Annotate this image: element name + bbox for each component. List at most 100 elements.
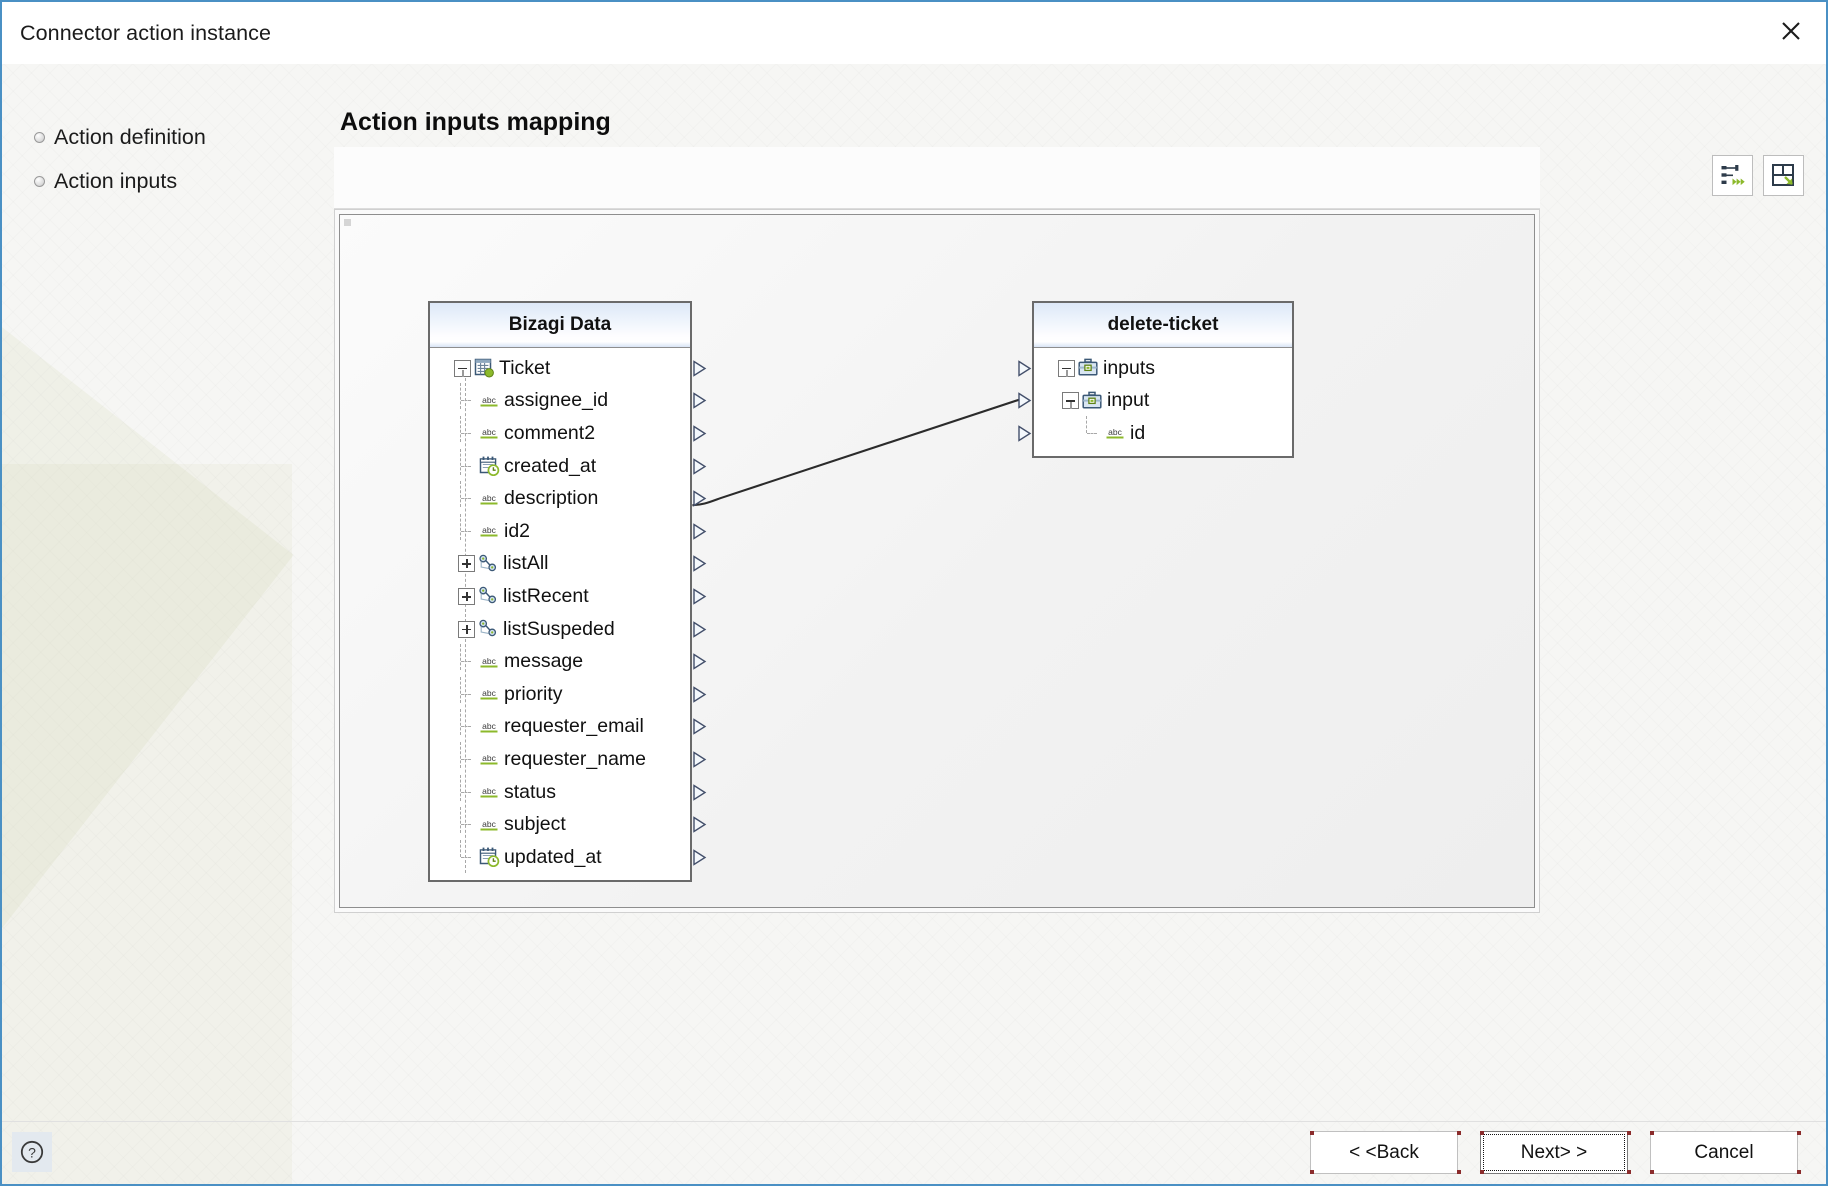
svg-text:abc: abc: [482, 493, 496, 503]
svg-text:abc: abc: [482, 819, 496, 829]
tree-connector: [458, 709, 476, 736]
tree-row[interactable]: abc message: [430, 644, 707, 678]
collapse-node-icon[interactable]: [454, 359, 471, 377]
expand-node-icon[interactable]: [458, 555, 475, 573]
tree-row[interactable]: abc id2: [430, 513, 707, 548]
next-button[interactable]: Next> >: [1480, 1131, 1628, 1174]
tree-row[interactable]: listAll: [430, 548, 707, 581]
sidebar-item-action-definition[interactable]: Action definition: [34, 120, 332, 154]
svg-text:abc: abc: [482, 525, 496, 535]
row-input-connector-arrow[interactable]: [1017, 360, 1032, 377]
tree-row-label: created_at: [504, 454, 597, 477]
back-button[interactable]: < <Back: [1310, 1131, 1458, 1174]
sidebar-item-label: Action inputs: [54, 168, 178, 193]
cancel-button[interactable]: Cancel: [1650, 1131, 1798, 1174]
dialog-body: Action definition Action inputs Action i…: [2, 64, 1826, 1184]
help-question-icon[interactable]: ?: [12, 1132, 52, 1172]
tree-connector: [458, 676, 476, 703]
tree-row[interactable]: abc description: [430, 481, 707, 515]
row-output-connector-arrow[interactable]: [692, 522, 707, 540]
tree-row[interactable]: inputs: [1018, 352, 1292, 385]
mapping-canvas-container: Bizagi Data Ticket abc assignee_id abc comme…: [334, 209, 1540, 913]
mapping-canvas[interactable]: Bizagi Data Ticket abc assignee_id abc comme…: [339, 214, 1535, 908]
tree-row[interactable]: abc priority: [430, 676, 707, 711]
tree-row[interactable]: abc subject: [430, 807, 707, 841]
tree-row[interactable]: abc status: [430, 774, 707, 809]
svg-text:?: ?: [28, 1144, 36, 1160]
row-output-connector-arrow[interactable]: [692, 457, 707, 475]
sidebar-item-action-inputs[interactable]: Action inputs: [34, 164, 332, 198]
tree-row[interactable]: listSuspeded: [430, 613, 707, 646]
expand-node-icon[interactable]: [458, 587, 475, 605]
tree-row[interactable]: Ticket: [430, 352, 707, 385]
tree-row[interactable]: abc id: [1018, 415, 1292, 450]
tree-row-label: assignee_id: [504, 389, 609, 412]
tree-connector: [458, 807, 476, 834]
row-input-connector-arrow[interactable]: [1017, 425, 1032, 442]
close-icon[interactable]: [1756, 2, 1826, 60]
row-output-connector-arrow[interactable]: [692, 588, 707, 605]
row-output-connector-arrow[interactable]: [692, 848, 707, 866]
tree-row-label: inputs: [1103, 356, 1156, 379]
row-output-connector-arrow[interactable]: [692, 816, 707, 833]
expand-node-icon[interactable]: [458, 620, 475, 638]
tree-row-label: comment2: [504, 421, 596, 444]
auto-map-icon[interactable]: [1712, 155, 1753, 196]
row-output-connector-arrow[interactable]: [692, 620, 707, 638]
tree-row-label: listRecent: [503, 584, 589, 607]
row-output-connector-arrow[interactable]: [692, 653, 707, 670]
tree-row-label: Ticket: [499, 356, 551, 379]
tree-row-label: listSuspeded: [503, 617, 615, 640]
row-input-connector-arrow[interactable]: [1017, 392, 1032, 410]
tree-connector: [458, 774, 476, 801]
row-output-connector-arrow[interactable]: [692, 490, 707, 507]
source-panel-rows: Ticket abc assignee_id abc comment2 created_a…: [430, 348, 707, 880]
tree-row[interactable]: updated_at: [430, 839, 707, 874]
source-panel-bizagi-data: Bizagi Data Ticket abc assignee_id abc comme…: [428, 301, 707, 882]
row-output-connector-arrow[interactable]: [692, 718, 707, 736]
row-output-connector-arrow[interactable]: [692, 555, 707, 573]
tree-row-label: message: [504, 650, 584, 673]
tree-row-label: subject: [504, 813, 566, 836]
tree-connector: [458, 644, 476, 671]
button-label: < <Back: [1349, 1141, 1419, 1163]
row-output-connector-arrow[interactable]: [692, 360, 707, 377]
canvas-resize-handle[interactable]: [344, 219, 351, 226]
tree-row[interactable]: listRecent: [430, 580, 707, 613]
tree-connector: [458, 513, 476, 540]
tree-row-label: updated_at: [504, 845, 602, 868]
svg-text:abc: abc: [482, 753, 496, 763]
row-output-connector-arrow[interactable]: [692, 685, 707, 703]
collapse-node-icon[interactable]: [1058, 359, 1075, 377]
tree-row[interactable]: abc assignee_id: [430, 383, 707, 418]
tree-row[interactable]: created_at: [430, 448, 707, 483]
tree-row-label: requester_email: [504, 715, 644, 738]
row-output-connector-arrow[interactable]: [692, 392, 707, 410]
wizard-steps-sidebar: Action definition Action inputs: [2, 64, 332, 1184]
svg-text:abc: abc: [482, 395, 496, 405]
collapse-node-icon[interactable]: [1062, 392, 1079, 410]
connector-action-instance-dialog: Connector action instance Action definit…: [0, 0, 1828, 1186]
tree-row[interactable]: abc requester_name: [430, 741, 707, 776]
tree-row-label: id2: [504, 519, 531, 542]
tree-row[interactable]: input: [1018, 385, 1292, 418]
sidebar-item-label: Action definition: [54, 124, 206, 149]
source-panel-title: Bizagi Data: [430, 303, 690, 348]
tree-row[interactable]: abc requester_email: [430, 709, 707, 744]
row-output-connector-arrow[interactable]: [692, 425, 707, 442]
svg-text:abc: abc: [482, 427, 496, 437]
main-content: Action inputs mapping Bizagi Data Ticket…: [332, 64, 1826, 1124]
title-bar: Connector action instance: [2, 2, 1826, 64]
row-output-connector-arrow[interactable]: [692, 783, 707, 801]
target-panel-rows: inputs input abc id: [1018, 348, 1292, 456]
tree-row[interactable]: abc comment2: [430, 415, 707, 450]
fit-to-view-icon[interactable]: [1763, 155, 1804, 196]
tree-connector: [458, 415, 476, 442]
page-title: Action inputs mapping: [340, 108, 611, 136]
mapping-toolbar: [334, 147, 1540, 209]
tree-row-label: requester_name: [504, 747, 647, 770]
tree-connector: [458, 383, 476, 410]
row-output-connector-arrow[interactable]: [692, 751, 707, 768]
button-label: Cancel: [1694, 1141, 1754, 1163]
svg-text:abc: abc: [482, 688, 496, 698]
